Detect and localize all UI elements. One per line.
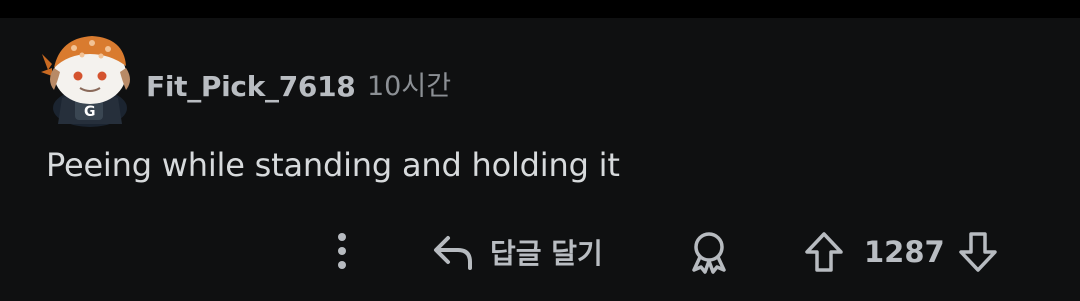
upvote-arrow-icon [805, 232, 843, 272]
reply-arrow-icon [434, 236, 472, 270]
snoo-avatar-icon: G [41, 36, 130, 127]
vote-score: 1287 [864, 235, 945, 269]
avatar[interactable]: G [40, 24, 132, 128]
downvote-arrow-icon [959, 232, 997, 272]
username[interactable]: Fit_Pick_7618 [146, 70, 356, 104]
award-icon [692, 232, 726, 274]
timestamp: 10시간 [367, 71, 452, 102]
more-options-button[interactable] [322, 226, 362, 276]
reply-label: 답글 달기 [490, 237, 603, 270]
upvote-button[interactable] [800, 228, 848, 276]
more-vertical-icon [338, 233, 346, 269]
downvote-button[interactable] [954, 228, 1002, 276]
svg-text:G: G [84, 104, 96, 120]
reply-button[interactable]: 답글 달기 [432, 230, 603, 274]
status-bar-strip [0, 0, 1080, 18]
award-button[interactable] [686, 228, 732, 276]
comment-body: Peeing while standing and holding it [46, 146, 620, 184]
